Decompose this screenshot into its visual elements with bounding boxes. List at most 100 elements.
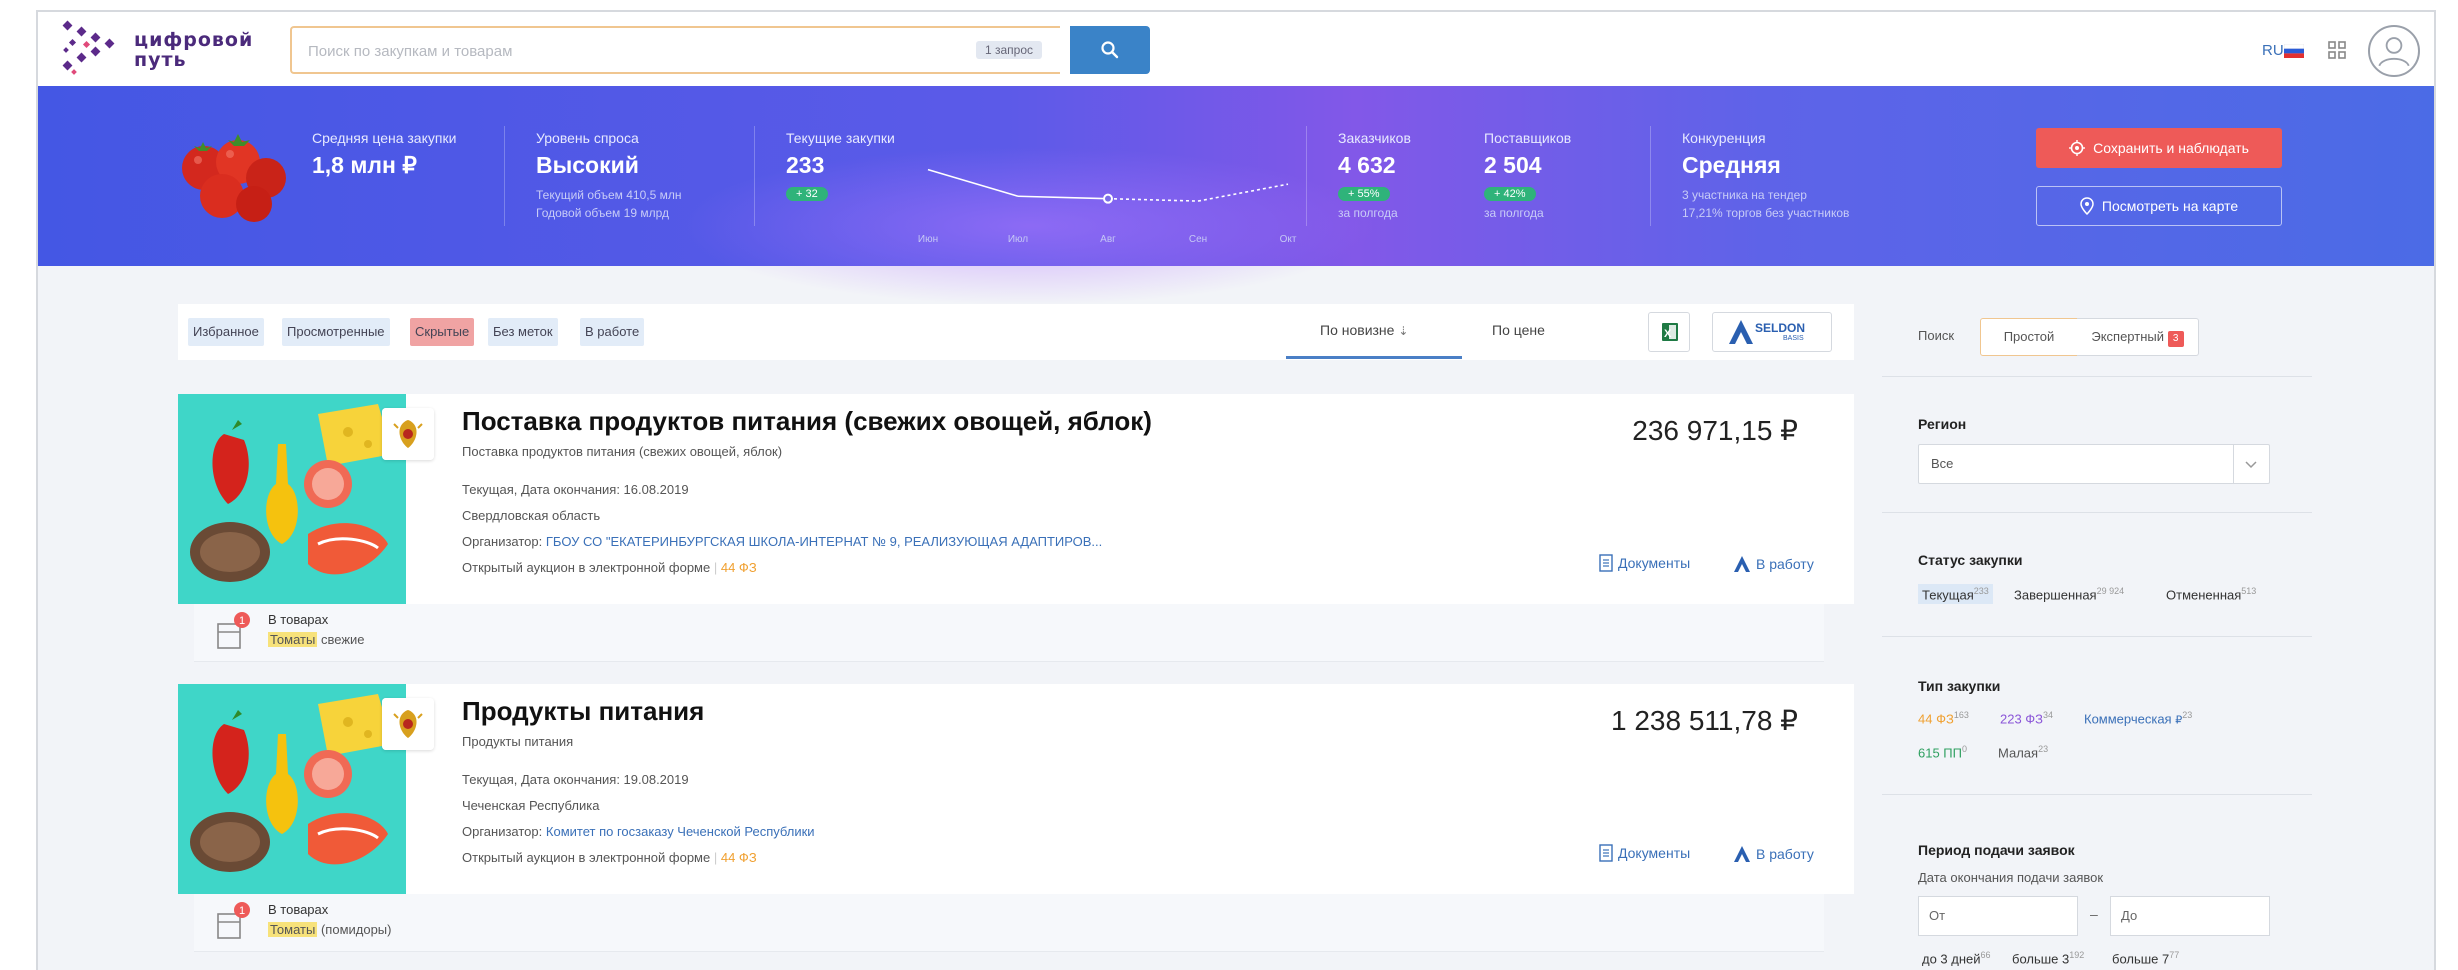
organizer-link[interactable]: ГБОУ СО "ЕКАТЕРИНБУРГСКАЯ ШКОЛА-ИНТЕРНАТ… (546, 534, 1102, 549)
organizer-link[interactable]: Комитет по госзаказу Чеченской Республик… (546, 824, 815, 839)
demand-value: Высокий (536, 152, 639, 178)
logo-text-line2: путь (134, 49, 187, 71)
law-badge[interactable]: 44 ФЗ (721, 850, 757, 865)
suppliers-label: Поставщиков (1484, 130, 1572, 146)
export-excel-button[interactable]: X (1648, 312, 1690, 352)
trend-line-segment (1197, 183, 1289, 202)
matched-goods-row[interactable]: 1 В товарах Томаты (помидоры) (194, 894, 1824, 952)
type-615pp-label: 615 ПП (1918, 745, 1962, 761)
customers-value: 4 632 (1338, 152, 1396, 178)
status-title: Статус закупки (1918, 552, 2023, 568)
quick-more-than-3-count: 192 (2069, 950, 2085, 960)
save-and-watch-label: Сохранить и наблюдать (2093, 140, 2249, 156)
suppliers-delta: + 42% (1484, 187, 1536, 201)
matched-goods-row[interactable]: 1 В товарах Томаты свежие (194, 604, 1824, 662)
tag-no-labels[interactable]: Без меток (488, 318, 558, 346)
search-mode-expert[interactable]: Экспертный 3 (2077, 318, 2199, 356)
type-615pp-count: 0 (1962, 744, 1968, 754)
region-select[interactable]: Все (1918, 444, 2270, 484)
period-subtitle: Дата окончания подачи заявок (1918, 870, 2104, 885)
status-current-label: Текущая (1922, 587, 1974, 603)
take-to-work-button[interactable]: В работу (1732, 554, 1814, 574)
type-615pp[interactable]: 615 ПП0 (1918, 744, 1967, 760)
results-toolbar: Избранное Просмотренные Скрытые Без мето… (178, 304, 1854, 360)
type-44fz-label: 44 ФЗ (1918, 711, 1954, 727)
search-mode-label: Поиск (1918, 328, 1955, 343)
top-bar: цифровой путь 1 запрос RU (38, 12, 2434, 86)
tender-card[interactable]: Продукты питания Продукты питания Текуща… (178, 684, 1854, 894)
organizer-label: Организатор: (462, 534, 543, 549)
type-commercial[interactable]: Коммерческая ₽23 (2084, 710, 2192, 726)
seldon-sub-label: BASIS (1783, 335, 1804, 342)
search-mode-simple[interactable]: Простой (1980, 318, 2078, 356)
documents-link[interactable]: Документы (1598, 844, 1690, 862)
date-from-input[interactable]: От (1918, 896, 2078, 936)
request-count-badge[interactable]: 1 запрос (975, 41, 1042, 59)
search-input[interactable] (308, 38, 908, 64)
tender-region: Чеченская Республика (462, 798, 600, 813)
user-avatar-icon[interactable] (2368, 25, 2420, 77)
tender-subtitle: Поставка продуктов питания (свежих овоще… (462, 444, 783, 459)
demand-current-volume: Текущий объем 410,5 млн (536, 188, 682, 202)
tag-in-work[interactable]: В работе (580, 318, 645, 346)
demand-label: Уровень спроса (536, 130, 639, 146)
sort-by-newest[interactable]: По новизне ⇣ (1320, 322, 1408, 338)
current-purchases-value: 233 (786, 152, 825, 178)
trend-tick-label: Июл (1008, 234, 1028, 245)
avg-price-value: 1,8 млн ₽ (312, 152, 417, 178)
tender-price: 236 971,15 ₽ (1632, 415, 1798, 446)
tender-price: 1 238 511,78 ₽ (1610, 705, 1798, 736)
tag-viewed[interactable]: Просмотренные (282, 318, 390, 346)
excel-icon: X (1662, 323, 1678, 341)
type-223fz[interactable]: 223 ФЗ34 (2000, 710, 2053, 726)
language-selector[interactable]: RU (2262, 42, 2284, 59)
sort-by-price[interactable]: По цене (1492, 322, 1545, 338)
procedure-type: Открытый аукцион в электронной форме (462, 850, 711, 865)
tomato-icon (182, 134, 286, 222)
status-cancelled-label: Отмененная (2166, 587, 2242, 603)
documents-link[interactable]: Документы (1598, 554, 1690, 572)
status-cancelled[interactable]: Отмененная513 (2166, 586, 2256, 602)
documents-label: Документы (1618, 555, 1691, 571)
tender-status: Текущая, Дата окончания: 19.08.2019 (462, 772, 689, 787)
status-current[interactable]: Текущая233 (1918, 584, 1993, 605)
competition-per-tender: 3 участника на тендер (1682, 188, 1807, 202)
active-sort-indicator (1286, 356, 1462, 359)
documents-icon (1599, 554, 1613, 572)
save-and-watch-button[interactable]: Сохранить и наблюдать (2036, 128, 2282, 168)
sort-by-newest-label: По новизне (1320, 322, 1395, 338)
take-to-work-button[interactable]: В работу (1732, 844, 1814, 864)
tender-procedure: Открытый аукцион в электронной форме | 4… (462, 560, 757, 575)
law-badge[interactable]: 44 ФЗ (721, 560, 757, 575)
logo[interactable]: цифровой путь (58, 18, 258, 80)
seldon-label: SELDON (1755, 321, 1806, 335)
tag-hidden[interactable]: Скрытые (410, 318, 475, 346)
type-44fz[interactable]: 44 ФЗ163 (1918, 710, 1969, 726)
apps-grid-icon[interactable] (2328, 41, 2346, 59)
type-small[interactable]: Малая23 (1998, 744, 2048, 760)
competition-value: Средняя (1682, 152, 1781, 178)
tender-title[interactable]: Поставка продуктов питания (свежих овоще… (462, 406, 1152, 437)
seldon-basis-button[interactable]: SELDON BASIS (1712, 312, 1832, 352)
tender-title[interactable]: Продукты питания (462, 696, 704, 727)
goods-rest: (помидоры) (320, 922, 392, 937)
search-button[interactable] (1070, 26, 1150, 74)
date-to-input[interactable]: До (2110, 896, 2270, 936)
customers-label: Заказчиков (1338, 130, 1411, 146)
tender-organizer: Организатор: ГБОУ СО "ЕКАТЕРИНБУРГСКАЯ Ш… (462, 534, 1102, 549)
trend-tick-label: Июн (918, 234, 938, 245)
type-223fz-label: 223 ФЗ (2000, 711, 2044, 727)
region-title: Регион (1918, 416, 1967, 432)
period-title: Период подачи заявок (1918, 842, 2075, 858)
status-completed[interactable]: Завершенная29 924 (2014, 586, 2124, 602)
type-223fz-count: 34 (2043, 710, 2054, 720)
tag-favorites[interactable]: Избранное (188, 318, 264, 346)
tender-card[interactable]: Поставка продуктов питания (свежих овоще… (178, 394, 1854, 604)
type-title: Тип закупки (1918, 678, 2001, 694)
search-mode-expert-label: Экспертный (2091, 329, 2164, 344)
view-on-map-button[interactable]: Посмотреть на карте (2036, 186, 2282, 226)
expert-badge: 3 (2167, 331, 2184, 347)
sort-desc-icon: ⇣ (1398, 324, 1409, 338)
organizer-label: Организатор: (462, 824, 543, 839)
current-purchases-stat: Текущие закупки 233 + 32 (786, 130, 895, 202)
